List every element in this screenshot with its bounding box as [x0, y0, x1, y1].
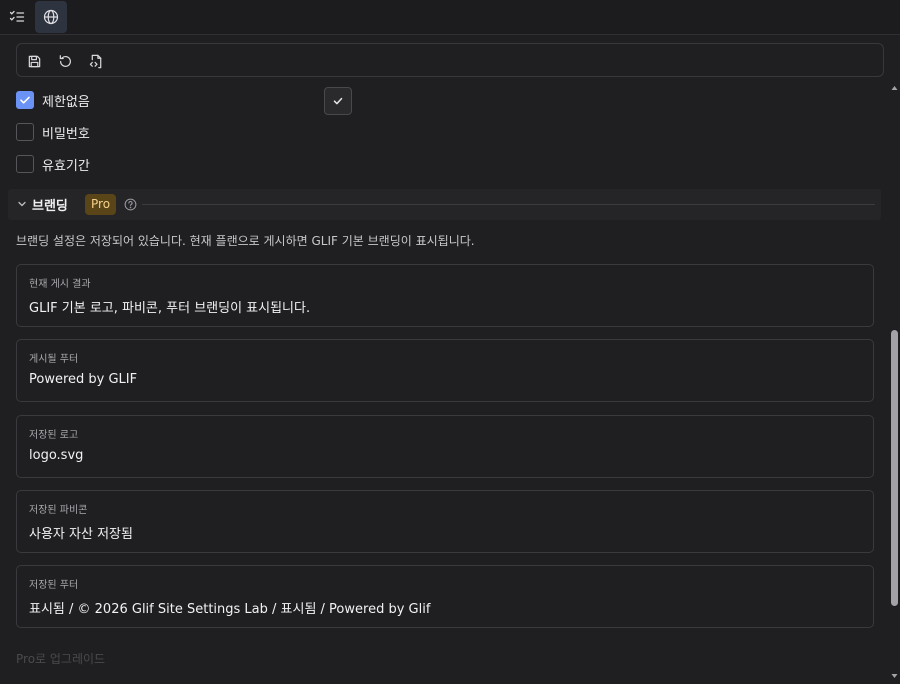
publish-footer-card: 게시될 푸터 Powered by GLIF	[16, 339, 874, 402]
editor-toolbar	[16, 43, 884, 77]
card-label: 게시될 푸터	[29, 354, 79, 365]
upgrade-link[interactable]: Pro로 업그레이드	[16, 650, 105, 667]
password-label: 비밀번호	[42, 126, 90, 142]
checklist-icon	[9, 10, 25, 22]
scroll-up-icon[interactable]	[891, 85, 898, 91]
card-label: 저장된 파비콘	[29, 505, 88, 516]
expiry-label: 유효기간	[42, 158, 90, 174]
branding-section-header[interactable]: 브랜딩 Pro	[8, 189, 881, 220]
check-icon	[333, 97, 343, 105]
saved-footer-card: 저장된 푸터 표시됨 / © 2026 Glif Site Settings L…	[16, 565, 874, 628]
reset-button[interactable]	[55, 51, 75, 71]
password-checkbox[interactable]	[16, 123, 34, 141]
top-tab-bar	[0, 0, 900, 35]
save-icon	[28, 55, 40, 67]
expiry-checkbox[interactable]	[16, 155, 34, 173]
section-divider	[142, 204, 875, 205]
branding-description: 브랜딩 설정은 저장되어 있습니다. 현재 플랜으로 게시하면 GLIF 기본 …	[16, 234, 475, 248]
card-value: Powered by GLIF	[29, 372, 138, 387]
saved-logo-card: 저장된 로고 logo.svg	[16, 415, 874, 478]
card-value: logo.svg	[29, 448, 84, 463]
saved-favicon-card: 저장된 파비콘 사용자 자산 저장됨	[16, 490, 874, 553]
card-value: GLIF 기본 로고, 파비콘, 푸터 브랜딩이 표시됩니다.	[29, 301, 311, 316]
chevron-down-icon	[18, 201, 26, 207]
option-expiry[interactable]: 유효기간	[16, 154, 90, 174]
save-button[interactable]	[24, 51, 44, 71]
option-password[interactable]: 비밀번호	[16, 122, 90, 142]
pro-badge: Pro	[85, 194, 117, 215]
scrollbar-thumb[interactable]	[891, 330, 898, 606]
card-label: 저장된 푸터	[29, 580, 79, 591]
scroll-down-icon[interactable]	[891, 673, 898, 679]
check-icon	[20, 96, 30, 104]
tab-checklist[interactable]	[1, 1, 33, 33]
tab-globe[interactable]	[35, 1, 67, 33]
card-label: 현재 게시 결과	[29, 279, 91, 290]
section-title: 브랜딩	[32, 199, 68, 214]
file-code-button[interactable]	[86, 51, 106, 71]
globe-icon	[43, 9, 59, 25]
card-label: 저장된 로고	[29, 430, 79, 441]
no-limit-label: 제한없음	[42, 94, 90, 110]
card-value: 표시됨 / © 2026 Glif Site Settings Lab / 표시…	[29, 602, 431, 617]
card-value: 사용자 자산 저장됨	[29, 527, 133, 542]
confirm-button[interactable]	[324, 87, 352, 115]
help-icon[interactable]	[124, 198, 137, 211]
option-no-limit[interactable]: 제한없음	[16, 90, 90, 110]
current-result-card: 현재 게시 결과 GLIF 기본 로고, 파비콘, 푸터 브랜딩이 표시됩니다.	[16, 264, 874, 327]
file-code-icon	[89, 54, 101, 68]
no-limit-checkbox[interactable]	[16, 91, 34, 109]
refresh-icon	[59, 54, 71, 67]
